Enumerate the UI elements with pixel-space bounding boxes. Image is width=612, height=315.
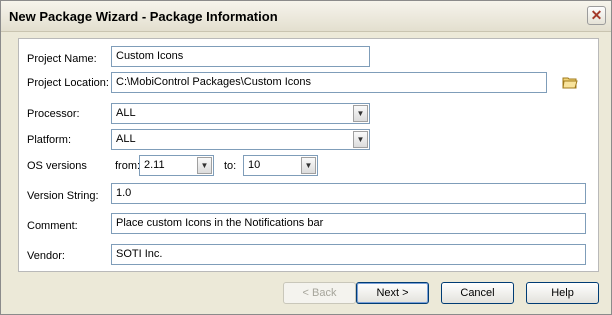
vendor-field[interactable]: SOTI Inc. bbox=[111, 244, 586, 265]
comment-field[interactable]: Place custom Icons in the Notifications … bbox=[111, 213, 586, 234]
vendor-label: Vendor: bbox=[27, 250, 65, 262]
chevron-down-icon[interactable]: ▼ bbox=[301, 157, 316, 174]
project-name-label: Project Name: bbox=[27, 53, 97, 65]
package-info-panel: Project Name: Custom Icons Project Locat… bbox=[18, 38, 599, 272]
comment-label: Comment: bbox=[27, 220, 78, 232]
version-string-label: Version String: bbox=[27, 190, 99, 202]
os-from-select[interactable]: 2.11 ▼ bbox=[139, 155, 214, 176]
chevron-down-icon[interactable]: ▼ bbox=[197, 157, 212, 174]
os-from-value: 2.11 bbox=[144, 159, 165, 171]
os-versions-label: OS versions bbox=[27, 160, 87, 172]
wizard-window: New Package Wizard - Package Information… bbox=[0, 0, 612, 315]
os-to-value: 10 bbox=[248, 159, 261, 171]
processor-label: Processor: bbox=[27, 108, 80, 120]
close-button[interactable]: ✕ bbox=[587, 6, 606, 25]
title-bar: New Package Wizard - Package Information… bbox=[1, 1, 611, 32]
close-icon: ✕ bbox=[590, 7, 603, 23]
chevron-down-icon[interactable]: ▼ bbox=[353, 131, 368, 148]
cancel-button[interactable]: Cancel bbox=[441, 282, 514, 304]
os-from-label: from: bbox=[115, 160, 141, 172]
processor-select[interactable]: ALL ▼ bbox=[111, 103, 370, 124]
os-to-label: to: bbox=[224, 160, 237, 172]
platform-label: Platform: bbox=[27, 134, 72, 146]
folder-icon[interactable] bbox=[562, 76, 578, 89]
version-string-field[interactable]: 1.0 bbox=[111, 183, 586, 204]
help-button[interactable]: Help bbox=[526, 282, 599, 304]
chevron-down-icon[interactable]: ▼ bbox=[353, 105, 368, 122]
processor-value: ALL bbox=[116, 107, 136, 119]
back-button[interactable]: < Back bbox=[283, 282, 356, 304]
project-location-label: Project Location: bbox=[27, 77, 109, 89]
project-location-field[interactable]: C:\MobiControl Packages\Custom Icons bbox=[111, 72, 547, 93]
window-title: New Package Wizard - Package Information bbox=[9, 9, 278, 24]
platform-select[interactable]: ALL ▼ bbox=[111, 129, 370, 150]
platform-value: ALL bbox=[116, 133, 136, 145]
project-name-field[interactable]: Custom Icons bbox=[111, 46, 370, 67]
os-to-select[interactable]: 10 ▼ bbox=[243, 155, 318, 176]
next-button[interactable]: Next > bbox=[356, 282, 429, 304]
